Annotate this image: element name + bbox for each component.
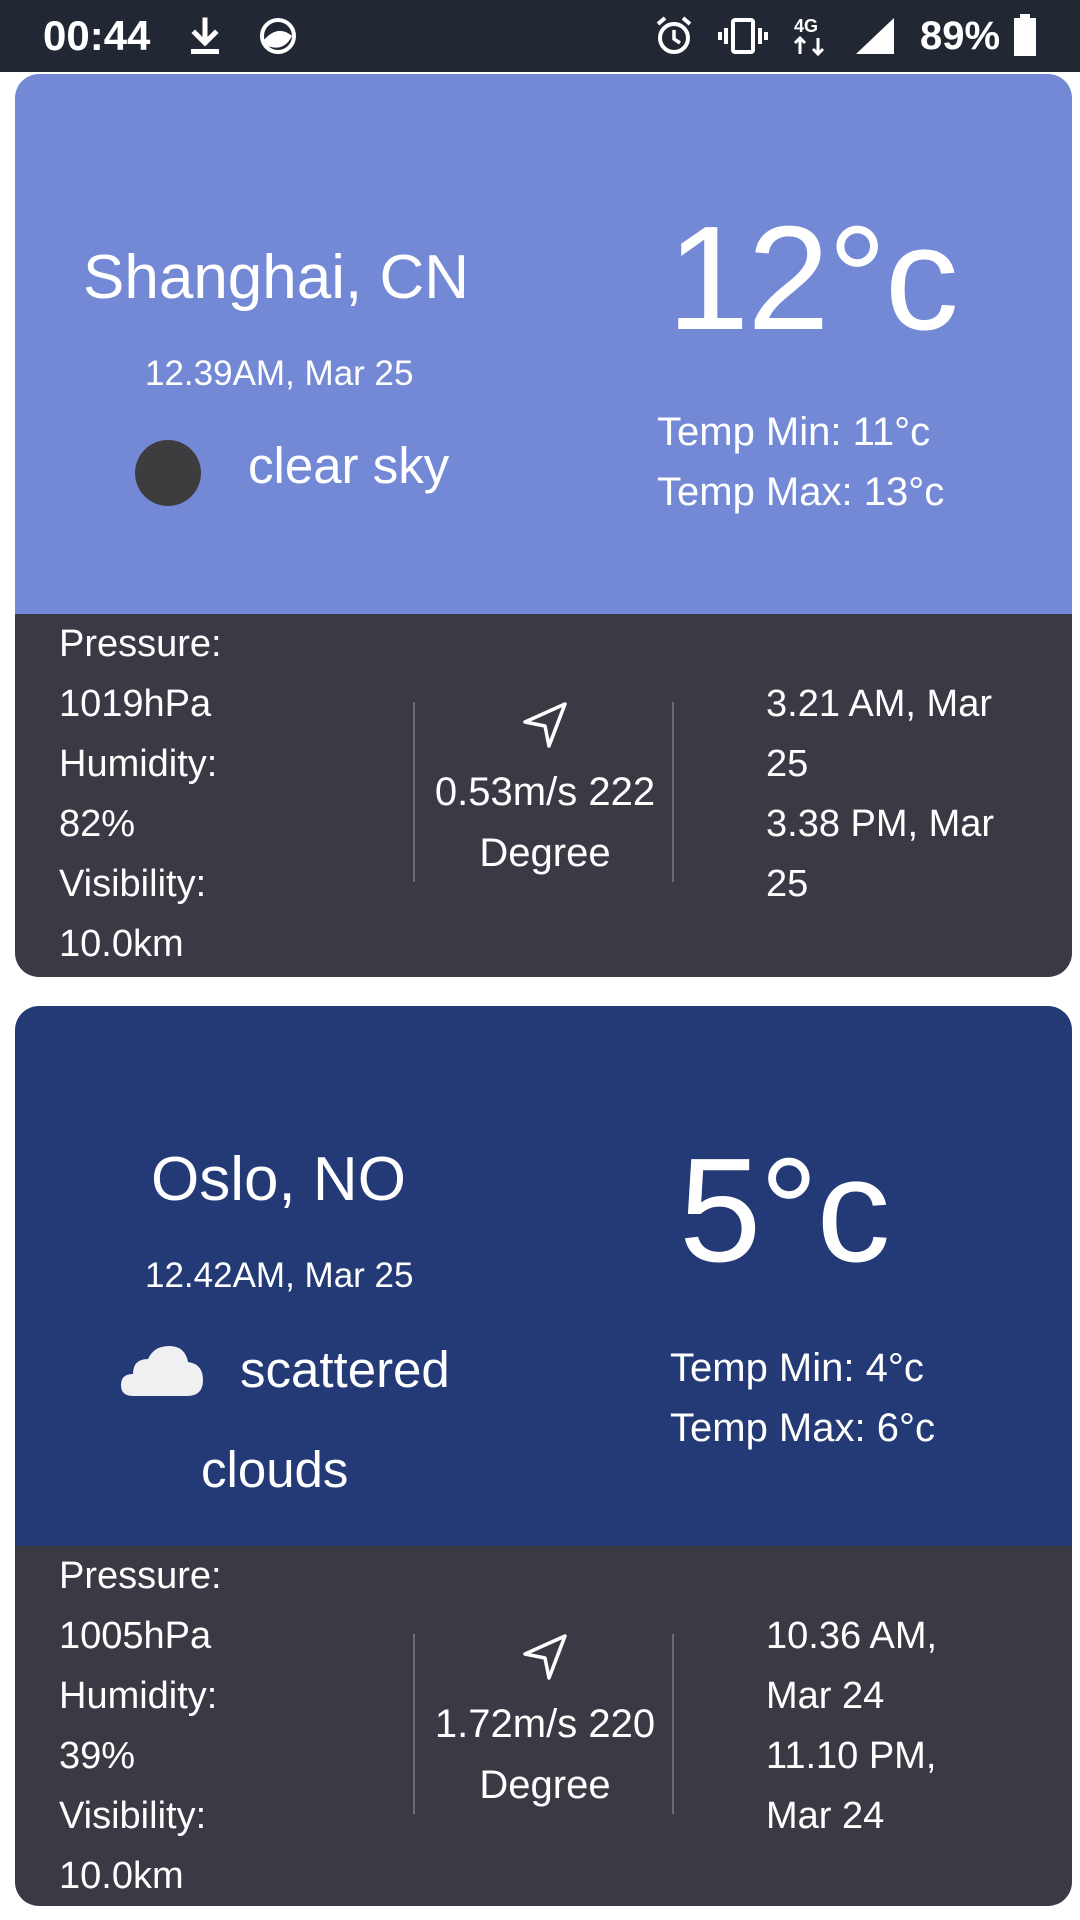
sunrise-time: 3.21 AM, Mar — [766, 683, 992, 725]
app-notification-icon — [260, 18, 296, 54]
status-bar: 00:44 4G 89% — [0, 0, 1080, 72]
sunset-date: 25 — [766, 863, 809, 905]
weather-card[interactable]: Shanghai, CN 12.39AM, Mar 25 clear sky 1… — [15, 74, 1072, 977]
temp-max: Temp Max: 6°c — [670, 1406, 935, 1450]
weather-card-details: Pressure: 1005hPa Humidity: 39% Visibili… — [15, 1546, 1072, 1906]
status-time: 00:44 — [43, 12, 151, 59]
weather-card-header: Shanghai, CN 12.39AM, Mar 25 clear sky 1… — [15, 74, 1072, 614]
humidity-label: Humidity: — [59, 1675, 218, 1717]
humidity-value: 39% — [59, 1735, 136, 1777]
current-temperature: 5°c — [679, 1128, 890, 1293]
local-datetime: 12.39AM, Mar 25 — [145, 354, 414, 393]
weather-card-header: Oslo, NO 12.42AM, Mar 25 scattered cloud… — [15, 1006, 1072, 1546]
battery-percent: 89% — [920, 14, 1001, 58]
signal-strength-icon — [856, 18, 894, 54]
wind-direction-icon — [523, 1634, 567, 1680]
temp-min: Temp Min: 4°c — [670, 1346, 924, 1390]
clear-sky-icon — [135, 440, 201, 506]
pressure-label: Pressure: — [59, 1555, 222, 1597]
sunrise-date: Mar 24 — [766, 1675, 885, 1717]
weather-condition: scattered — [240, 1341, 450, 1398]
wind-degree-label: Degree — [479, 1763, 611, 1807]
weather-card-details: Pressure: 1019hPa Humidity: 82% Visibili… — [15, 614, 1072, 977]
sunset-time: 11.10 PM, — [766, 1735, 937, 1777]
pressure-label: Pressure: — [59, 623, 222, 665]
visibility-value: 10.0km — [59, 923, 184, 965]
wind-speed: 1.72m/s 220 — [434, 1702, 656, 1746]
humidity-value: 82% — [59, 803, 136, 845]
visibility-label: Visibility: — [59, 1795, 207, 1837]
sunset-date: Mar 24 — [766, 1795, 885, 1837]
weather-card[interactable]: Oslo, NO 12.42AM, Mar 25 scattered cloud… — [15, 1006, 1072, 1906]
city-name: Oslo, NO — [151, 1145, 406, 1214]
wind-direction-icon — [523, 702, 567, 748]
visibility-value: 10.0km — [59, 1855, 184, 1897]
wind-speed: 0.53m/s 222 — [434, 770, 656, 814]
pressure-value: 1005hPa — [59, 1615, 212, 1657]
temp-max: Temp Max: 13°c — [657, 470, 945, 514]
humidity-label: Humidity: — [59, 743, 218, 785]
svg-text:4G: 4G — [794, 16, 818, 36]
vibrate-icon — [718, 18, 768, 54]
battery-icon — [1014, 14, 1036, 56]
divider — [672, 1634, 674, 1814]
sunrise-date: 25 — [766, 743, 809, 785]
download-icon — [191, 17, 219, 54]
current-temperature: 12°c — [667, 196, 959, 361]
temp-min: Temp Min: 11°c — [657, 410, 931, 454]
city-name: Shanghai, CN — [83, 243, 470, 312]
alarm-icon — [656, 16, 692, 54]
divider — [672, 702, 674, 882]
weather-condition: clear sky — [248, 437, 450, 494]
wind-degree-label: Degree — [479, 831, 611, 875]
weather-condition-line2: clouds — [201, 1441, 349, 1498]
network-4g-icon: 4G — [793, 16, 825, 57]
local-datetime: 12.42AM, Mar 25 — [145, 1256, 414, 1295]
sunrise-time: 10.36 AM, — [766, 1615, 938, 1657]
sunset-time: 3.38 PM, Mar — [766, 803, 995, 845]
pressure-value: 1019hPa — [59, 683, 212, 725]
cloud-icon — [121, 1346, 203, 1396]
visibility-label: Visibility: — [59, 863, 207, 905]
